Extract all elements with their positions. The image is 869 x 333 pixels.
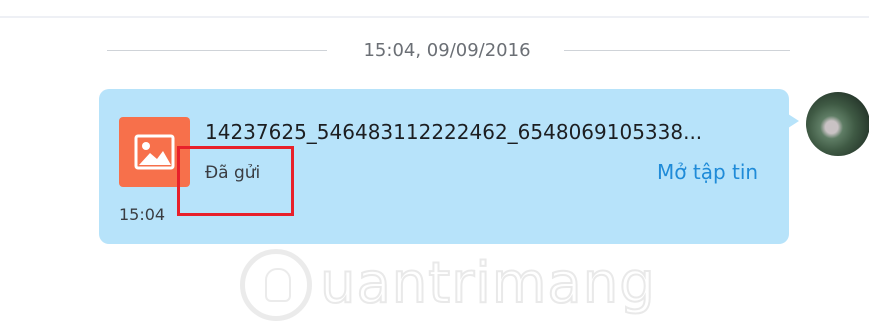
top-divider [0,16,869,18]
date-separator: 15:04, 09/09/2016 [107,36,790,66]
watermark-text: uantrimang [319,250,656,317]
avatar[interactable] [806,92,869,156]
date-separator-text: 15:04, 09/09/2016 [363,40,531,61]
watermark-logo: uantrimang [240,245,680,333]
lightbulb-inner [265,268,291,302]
date-rule-right [564,50,790,51]
date-rule-left [107,50,327,51]
file-name: 14237625_546483112222462_6548069105338..… [205,120,703,144]
lightbulb-icon [240,249,312,321]
picture-icon [134,134,175,170]
open-file-link[interactable]: Mở tập tin [657,160,758,184]
message-bubble-tail [785,112,799,130]
highlight-annotation [177,146,294,216]
message-time: 15:04 [119,205,166,224]
